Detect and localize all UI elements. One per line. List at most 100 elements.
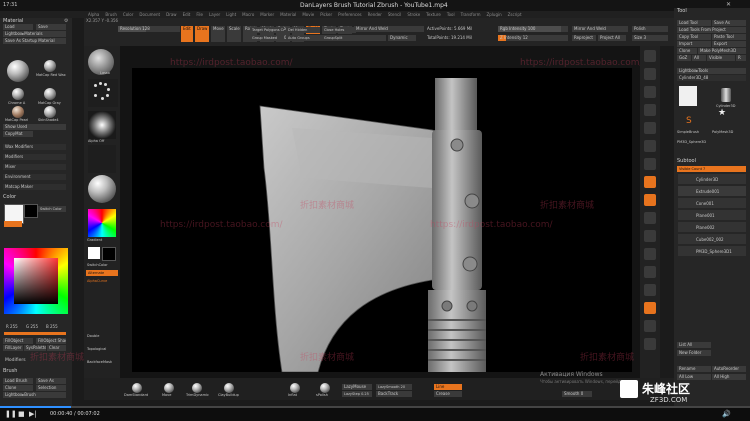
floor-icon[interactable] (644, 158, 656, 170)
smooth-slider[interactable]: Smooth 0 (562, 391, 592, 397)
draw-mode-button[interactable]: Draw (195, 26, 209, 42)
brush-slot[interactable] (192, 383, 202, 393)
solo-icon[interactable] (644, 320, 656, 332)
material-icon[interactable] (88, 175, 116, 203)
resolution-slider[interactable]: Resolution 128 (118, 26, 180, 32)
topological-toggle[interactable]: Topological (87, 347, 106, 351)
goz-button[interactable]: GoZ (677, 55, 691, 61)
list-all-button[interactable]: List All (677, 342, 711, 348)
reproject-button[interactable]: Reproject (572, 35, 596, 41)
subtool-row[interactable]: Plane002 (678, 222, 746, 232)
export-button[interactable]: Export (712, 41, 746, 47)
material-sphere[interactable] (12, 106, 24, 118)
scale-mode-button[interactable]: Scale (227, 26, 241, 42)
color-slider[interactable] (4, 332, 66, 335)
goz-visible-button[interactable]: Visible (707, 55, 735, 61)
seek-track[interactable] (0, 406, 750, 408)
menu-item[interactable]: Preferences (338, 12, 362, 17)
color-picker-icon[interactable] (88, 209, 116, 237)
load-brush-button[interactable]: Load Brush (3, 378, 33, 384)
switch-color-label[interactable]: SwitchColor (87, 263, 108, 267)
all-high-button[interactable]: All High (712, 374, 746, 380)
del-hidden-button[interactable]: Del Hidden (286, 27, 320, 33)
menu-item[interactable]: Draw (166, 12, 176, 17)
tool-thumb-cylinder[interactable] (679, 86, 697, 106)
backtrack-button[interactable]: BackTrack (376, 391, 412, 397)
zoom-icon[interactable] (644, 86, 656, 98)
submenu-mixer[interactable]: Mixer (3, 164, 66, 170)
menu-item[interactable]: Light (226, 12, 236, 17)
color-modifiers-label[interactable]: Modifiers (5, 358, 26, 363)
lazysmooth-slider[interactable]: LazySmooth 20 (376, 384, 412, 390)
menu-item[interactable]: Zplugin (487, 12, 502, 17)
lightbox-brush-button[interactable]: Lightbox▸Brush (3, 392, 66, 398)
stop-icon[interactable]: ■ (18, 410, 25, 418)
move-mode-button[interactable]: Move (211, 26, 225, 42)
lazymouse-button[interactable]: LazyMouse (342, 384, 372, 390)
frame-icon[interactable] (644, 212, 656, 224)
volume-icon[interactable]: 🔊 (722, 410, 731, 418)
next-icon[interactable]: ▶| (29, 410, 37, 418)
brush-slot[interactable] (164, 383, 174, 393)
secondary-color-swatch-small[interactable] (102, 247, 116, 261)
menu-item[interactable]: Color (123, 12, 133, 17)
copy-tool-button[interactable]: Copy Tool (677, 34, 711, 40)
current-tool-label[interactable]: Cylinder3D_48 (677, 75, 746, 81)
show-used-button[interactable]: Show Used (3, 124, 66, 130)
auto-reorder-button[interactable]: AutoReorder (712, 366, 746, 372)
xpose-icon[interactable] (644, 338, 656, 350)
subtool-row[interactable]: Cone001 (678, 198, 746, 208)
load-from-project-button[interactable]: Load Tools From Project (677, 27, 746, 33)
material-sphere-main[interactable] (7, 60, 29, 82)
group-masked-button[interactable]: Group Masked (250, 35, 284, 41)
new-folder-button[interactable]: New Folder (677, 350, 711, 356)
stroke-icon[interactable] (88, 79, 118, 107)
local-icon[interactable] (644, 176, 656, 188)
load-material-button[interactable]: Load (3, 24, 33, 30)
submenu-wax-modifiers[interactable]: Wax Modifiers (3, 144, 66, 150)
lightbox-materials-button[interactable]: Lightbox▸Materials (3, 31, 66, 37)
menu-item[interactable]: Stencil (388, 12, 402, 17)
auto-groups-button[interactable]: Auto Groups (286, 35, 320, 41)
brush-selection-button[interactable]: Selection (36, 385, 66, 391)
z-intensity-slider[interactable]: Z Intensity 12 (498, 35, 568, 41)
bpr-icon[interactable] (644, 50, 656, 62)
visible-count-slider[interactable]: Visible Count 7 (677, 166, 746, 172)
persp-icon[interactable] (644, 140, 656, 152)
texture-icon[interactable] (88, 145, 116, 173)
subtool-row[interactable]: PM3D_Sphere3D1 (678, 246, 746, 256)
color-picker-ring[interactable] (4, 248, 68, 314)
fill-object-button[interactable]: FillObject (3, 338, 33, 344)
menu-item[interactable]: Document (139, 12, 160, 17)
subtool-row[interactable]: Cube002_002 (678, 234, 746, 244)
menu-item[interactable]: Layer (209, 12, 220, 17)
menu-item[interactable]: Tool (447, 12, 455, 17)
subtool-row[interactable]: Plane001 (678, 210, 746, 220)
material-sphere[interactable] (12, 88, 24, 100)
goz-r-button[interactable]: R (736, 55, 746, 61)
green-value[interactable]: G 255 (26, 324, 38, 329)
gradient-toggle[interactable] (4, 221, 22, 227)
clone-brush-button[interactable]: Clone (3, 385, 33, 391)
menu-item[interactable]: Stroke (407, 12, 420, 17)
make-polymesh-button[interactable]: Make PolyMesh3D (698, 48, 746, 54)
goz-all-button[interactable]: All (692, 55, 706, 61)
menu-item[interactable]: Material (280, 12, 296, 17)
menu-item[interactable]: Movie (302, 12, 314, 17)
copy-material-button[interactable]: CopyMat (3, 131, 33, 137)
menu-item[interactable]: Picker (320, 12, 332, 17)
alpha-icon[interactable] (88, 111, 116, 139)
import-button[interactable]: Import (677, 41, 711, 47)
switch-color-button[interactable]: Switch Color (38, 206, 66, 212)
line-button[interactable]: Line (434, 384, 462, 390)
menu-item[interactable]: Edit (183, 12, 191, 17)
load-tool-button[interactable]: Load Tool (677, 20, 711, 26)
brush-slot[interactable] (320, 383, 330, 393)
move-icon[interactable] (644, 230, 656, 242)
project-all-button[interactable]: Project All (598, 35, 626, 41)
menu-item[interactable]: Macro (242, 12, 254, 17)
edit-mode-button[interactable]: Edit (181, 26, 193, 42)
save-tool-button[interactable]: Save As (712, 20, 746, 26)
color-picker-square[interactable] (14, 258, 58, 304)
rotate-icon[interactable] (644, 266, 656, 278)
